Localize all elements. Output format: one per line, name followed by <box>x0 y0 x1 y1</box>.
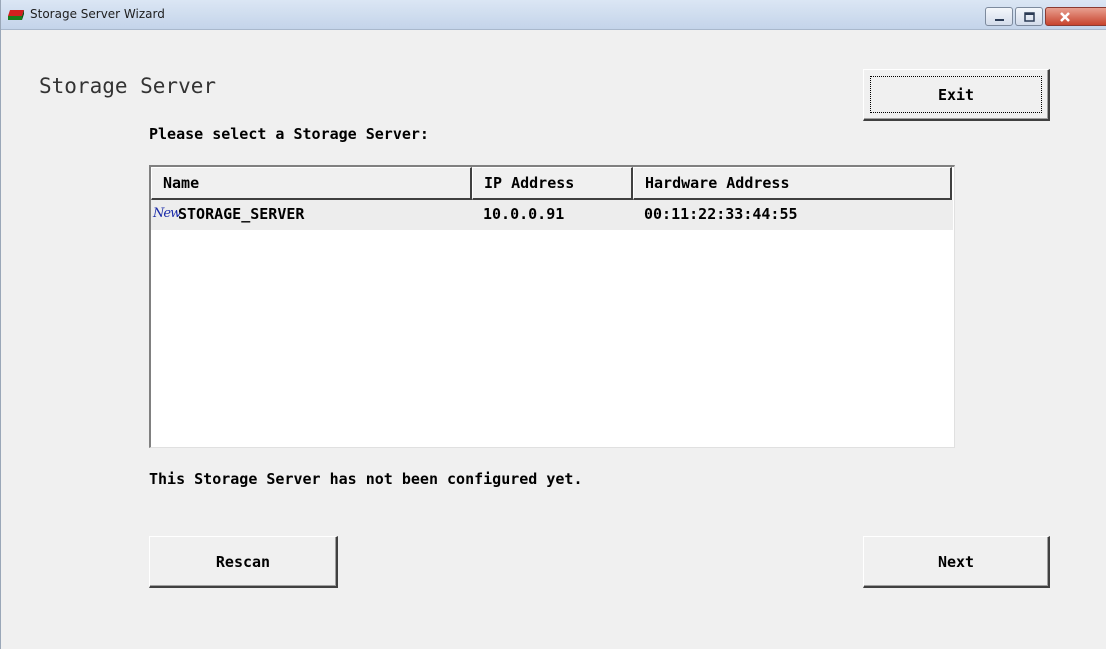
focus-rectangle <box>870 76 1042 113</box>
window-title: Storage Server Wizard <box>30 7 165 21</box>
close-icon <box>1060 12 1070 22</box>
minimize-icon <box>995 19 1004 21</box>
storage-server-icon <box>8 10 24 20</box>
next-button-label: Next <box>937 552 975 571</box>
exit-button[interactable]: Exit <box>863 69 1050 121</box>
column-header-ip[interactable]: IP Address <box>472 167 633 200</box>
maximize-button[interactable] <box>1015 7 1043 26</box>
next-button[interactable]: Next <box>863 536 1050 588</box>
table-row[interactable]: New STORAGE_SERVER 10.0.0.91 00:11:22:33… <box>151 200 953 230</box>
wizard-window: Storage Server Wizard Storage Server Exi… <box>0 0 1106 649</box>
minimize-button[interactable] <box>985 7 1013 26</box>
rescan-button-label: Rescan <box>215 552 271 571</box>
column-header-name[interactable]: Name <box>151 167 472 200</box>
server-list[interactable]: Name IP Address Hardware Address New STO… <box>149 165 955 448</box>
list-header: Name IP Address Hardware Address <box>151 167 953 200</box>
status-message: This Storage Server has not been configu… <box>149 470 583 488</box>
maximize-icon <box>1024 12 1035 22</box>
close-button[interactable] <box>1045 7 1106 26</box>
server-ip: 10.0.0.91 <box>483 205 565 223</box>
server-name: STORAGE_SERVER <box>178 205 305 223</box>
page-title: Storage Server <box>39 74 217 98</box>
select-prompt: Please select a Storage Server: <box>149 125 429 143</box>
new-badge-icon: New <box>153 206 181 221</box>
server-hw-address: 00:11:22:33:44:55 <box>644 205 798 223</box>
title-bar[interactable]: Storage Server Wizard <box>1 0 1106 30</box>
column-header-hw[interactable]: Hardware Address <box>633 167 952 200</box>
rescan-button[interactable]: Rescan <box>149 536 338 588</box>
